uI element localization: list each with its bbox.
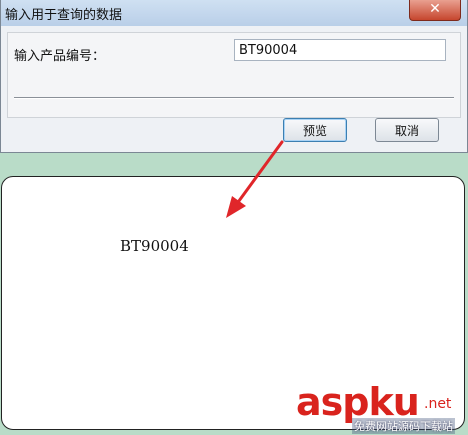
cancel-button[interactable]: 取消 [375, 118, 439, 142]
prompt-panel: 输入产品编号： [7, 32, 461, 118]
query-dialog: 输入用于查询的数据 ✕ 输入产品编号： 预览 取消 [0, 0, 468, 153]
dialog-title: 输入用于查询的数据 [5, 8, 123, 23]
product-code-input[interactable] [234, 39, 446, 61]
close-icon: ✕ [429, 1, 441, 17]
report-preview-area: BT90004 [1, 176, 465, 430]
close-button[interactable]: ✕ [409, 0, 461, 21]
preview-button[interactable]: 预览 [283, 118, 347, 142]
preview-product-code: BT90004 [120, 237, 189, 255]
dialog-titlebar[interactable]: 输入用于查询的数据 ✕ [1, 0, 467, 26]
product-code-label: 输入产品编号： [14, 49, 106, 64]
divider [14, 97, 454, 99]
